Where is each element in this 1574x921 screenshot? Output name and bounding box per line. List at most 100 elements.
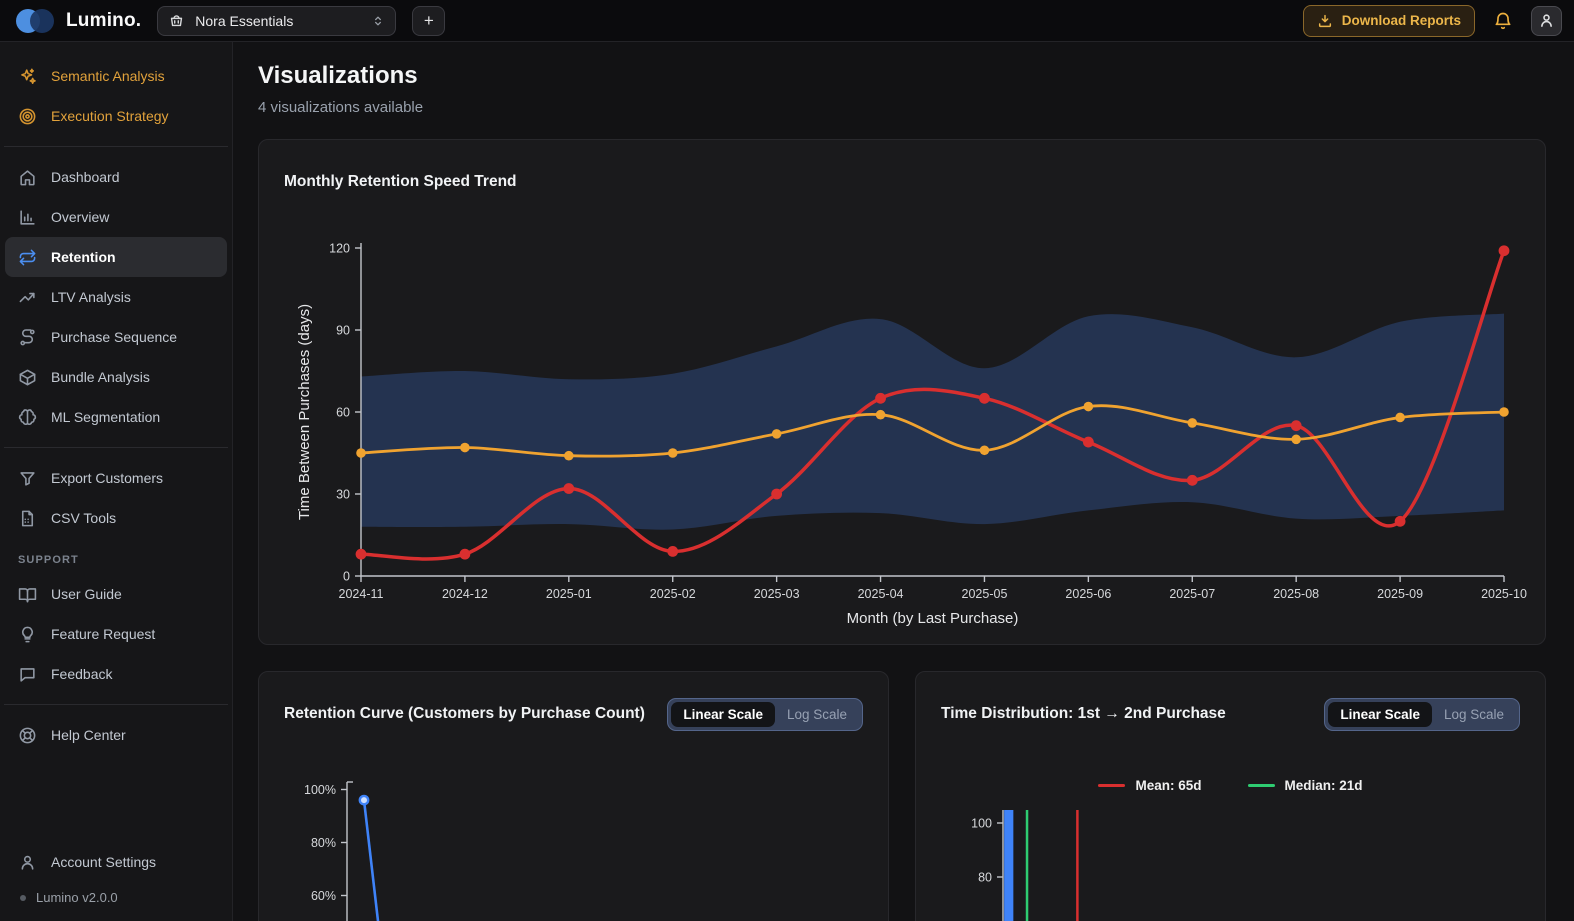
route-icon	[18, 328, 37, 347]
svg-text:80: 80	[978, 871, 992, 885]
lightbulb-icon	[18, 625, 37, 644]
svg-text:2024-12: 2024-12	[442, 587, 488, 601]
basket-icon	[168, 12, 185, 29]
svg-text:Month (by Last Purchase): Month (by Last Purchase)	[847, 610, 1019, 627]
legend-median: Median: 21d	[1247, 778, 1363, 793]
workspace-selector-value: Nora Essentials	[195, 12, 294, 29]
svg-text:30: 30	[336, 488, 350, 502]
card-retention-curve: Retention Curve (Customers by Purchase C…	[258, 671, 889, 921]
svg-text:2025-02: 2025-02	[650, 587, 696, 601]
sidebar-item-csv-tools[interactable]: CSV Tools	[0, 498, 232, 538]
filter-icon	[18, 469, 37, 488]
page-title: Visualizations	[258, 62, 418, 89]
file-csv-icon	[18, 509, 37, 528]
brain-icon	[18, 408, 37, 427]
legend-mean: Mean: 65d	[1098, 778, 1202, 793]
chart-title: Monthly Retention Speed Trend	[284, 173, 517, 190]
log-scale-button[interactable]: Log Scale	[1432, 702, 1516, 727]
sidebar-item-account-settings[interactable]: Account Settings	[0, 842, 232, 882]
legend-swatch	[1098, 783, 1126, 788]
sidebar-item-ltv-analysis[interactable]: LTV Analysis	[0, 277, 232, 317]
svg-text:2025-05: 2025-05	[962, 587, 1008, 601]
svg-text:60: 60	[336, 406, 350, 420]
message-icon	[18, 665, 37, 684]
brand: Lumino.	[16, 8, 141, 34]
sidebar-item-label: Help Center	[51, 727, 126, 743]
sidebar-item-retention[interactable]: Retention	[5, 237, 227, 277]
linear-scale-button[interactable]: Linear Scale	[671, 702, 775, 727]
svg-text:2025-09: 2025-09	[1377, 587, 1423, 601]
svg-text:2024-11: 2024-11	[339, 587, 384, 601]
download-icon	[1317, 13, 1333, 29]
life-buoy-icon	[18, 726, 37, 745]
card-monthly-retention-speed-trend: Monthly Retention Speed Trend 0 30 60 90 120…	[258, 139, 1546, 645]
workspace-selector[interactable]: Nora Essentials	[157, 5, 397, 36]
sparkles-icon	[18, 67, 37, 86]
sidebar: Semantic Analysis Execution Strategy Dash…	[0, 42, 233, 921]
download-reports-label: Download Reports	[1341, 13, 1461, 28]
chart-legend: Mean: 65d Median: 21d	[916, 778, 1545, 793]
download-reports-button[interactable]: Download Reports	[1302, 4, 1475, 37]
sidebar-divider	[4, 447, 228, 448]
sidebar-item-label: Feature Request	[51, 626, 156, 642]
sidebar-item-label: Dashboard	[51, 169, 120, 185]
home-icon	[18, 168, 37, 187]
legend-label: Mean: 65d	[1135, 778, 1202, 793]
sidebar-item-export-customers[interactable]: Export Customers	[0, 458, 232, 498]
sidebar-item-label: Retention	[51, 249, 116, 265]
sidebar-item-label: Semantic Analysis	[51, 68, 165, 84]
svg-text:2025-04: 2025-04	[858, 587, 904, 601]
chart-title: Retention Curve (Customers by Purchase C…	[284, 705, 645, 722]
linear-scale-button[interactable]: Linear Scale	[1328, 702, 1432, 727]
svg-text:90: 90	[336, 324, 350, 338]
notifications-bell-icon[interactable]	[1493, 11, 1513, 31]
page-subtitle: 4 visualizations available	[258, 99, 424, 116]
sidebar-item-bundle-analysis[interactable]: Bundle Analysis	[0, 357, 232, 397]
package-icon	[18, 368, 37, 387]
sidebar-item-label: ML Segmentation	[51, 409, 161, 425]
user-icon	[1538, 12, 1555, 29]
profile-button[interactable]	[1531, 5, 1562, 36]
main-content: Visualizations 4 visualizations availabl…	[233, 42, 1574, 921]
sidebar-item-overview[interactable]: Overview	[0, 197, 232, 237]
log-scale-button[interactable]: Log Scale	[775, 702, 859, 727]
sidebar-item-ml-segmentation[interactable]: ML Segmentation	[0, 397, 232, 437]
sidebar-item-user-guide[interactable]: User Guide	[0, 574, 232, 614]
sidebar-item-feature-request[interactable]: Feature Request	[0, 614, 232, 654]
svg-text:0: 0	[343, 570, 350, 584]
sidebar-item-feedback[interactable]: Feedback	[0, 654, 232, 694]
svg-text:120: 120	[329, 242, 350, 256]
sidebar-item-label: Feedback	[51, 666, 113, 682]
sidebar-item-purchase-sequence[interactable]: Purchase Sequence	[0, 317, 232, 357]
svg-text:60%: 60%	[311, 889, 336, 903]
sidebar-item-dashboard[interactable]: Dashboard	[0, 157, 232, 197]
version-row: Lumino v2.0.0	[0, 882, 232, 921]
sidebar-item-execution-strategy[interactable]: Execution Strategy	[0, 96, 232, 136]
sidebar-item-label: Overview	[51, 209, 110, 225]
sidebar-divider	[4, 704, 228, 705]
chart-title: Time Distribution: 1st → 2nd Purchase	[941, 705, 1226, 722]
svg-text:80%: 80%	[311, 836, 336, 850]
support-section-heading: SUPPORT	[18, 554, 79, 566]
sidebar-item-label: Execution Strategy	[51, 108, 169, 124]
svg-text:2025-08: 2025-08	[1273, 587, 1319, 601]
version-label: Lumino v2.0.0	[36, 890, 118, 905]
trending-up-icon	[18, 288, 37, 307]
sidebar-item-label: CSV Tools	[51, 510, 117, 526]
sidebar-item-help-center[interactable]: Help Center	[0, 715, 232, 755]
svg-text:100%: 100%	[304, 783, 336, 797]
sidebar-item-label: User Guide	[51, 586, 122, 602]
svg-text:100: 100	[971, 817, 992, 831]
card-time-distribution: Time Distribution: 1st → 2nd Purchase Li…	[915, 671, 1546, 921]
repeat-icon	[18, 248, 37, 267]
svg-text:2025-10: 2025-10	[1481, 587, 1527, 601]
scale-toggle: Linear Scale Log Scale	[1324, 698, 1520, 731]
sidebar-item-label: Export Customers	[51, 470, 164, 486]
svg-text:2025-06: 2025-06	[1065, 587, 1111, 601]
target-icon	[18, 107, 37, 126]
add-workspace-button[interactable]: +	[412, 5, 446, 36]
sidebar-item-label: Purchase Sequence	[51, 329, 178, 345]
sidebar-item-semantic-analysis[interactable]: Semantic Analysis	[0, 56, 232, 96]
svg-text:2025-07: 2025-07	[1169, 587, 1215, 601]
chevrons-up-down-icon	[371, 13, 385, 29]
